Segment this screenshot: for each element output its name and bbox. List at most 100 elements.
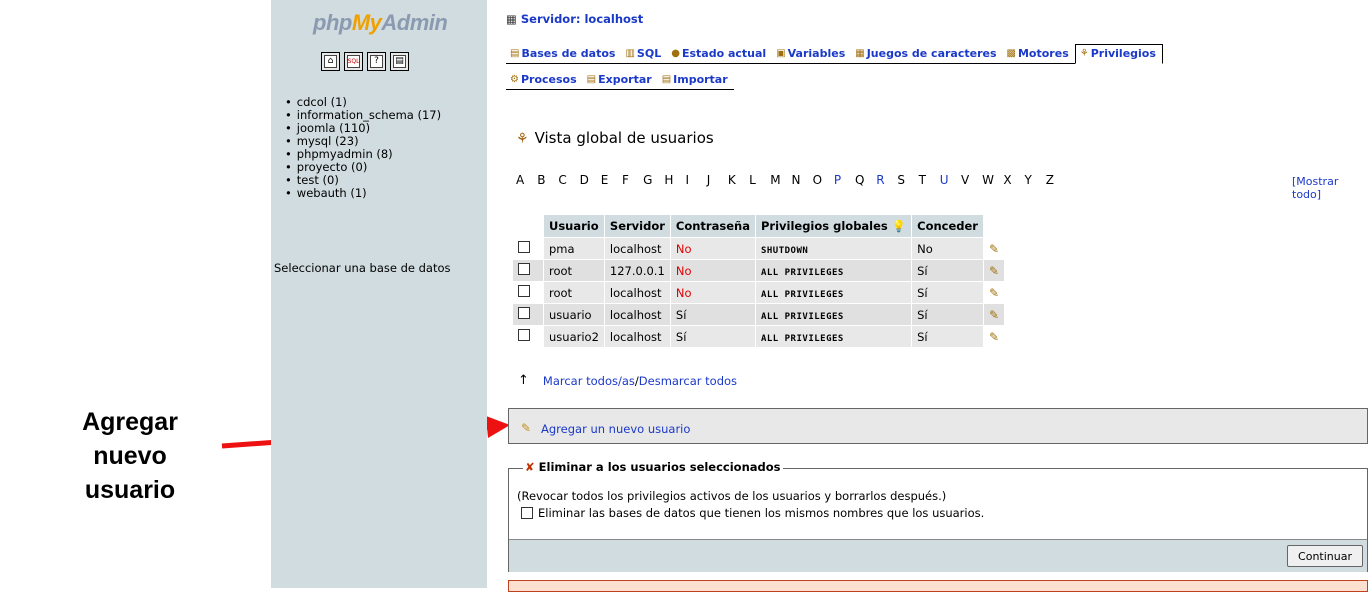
table-row: usuario2 localhost Sí ALL PRIVILEGES Sí ✎ xyxy=(513,326,1005,347)
letter-filter-u[interactable]: U xyxy=(940,173,961,187)
database-list: cdcol (1) information_schema (17) joomla… xyxy=(285,96,441,200)
password-value: Sí xyxy=(675,307,687,322)
grant-value: Sí xyxy=(917,307,928,322)
user-value: usuario xyxy=(549,307,592,322)
tab-processes[interactable]: ⚙ Procesos xyxy=(506,71,583,89)
letter-filter-l: L xyxy=(749,173,756,187)
unmark-all-link[interactable]: Desmarcar todos xyxy=(639,374,737,388)
password-value: No xyxy=(675,241,692,256)
password-value: No xyxy=(675,263,692,278)
tab-privileges[interactable]: ⚘ Privilegios xyxy=(1074,44,1163,64)
tab-export[interactable]: ▤ Exportar xyxy=(583,71,658,89)
left-navigation-frame: phpMyAdmin ⌂ SQL ? ▤ cdcol (1) informati… xyxy=(271,0,487,588)
tab-databases[interactable]: ▤ Bases de datos xyxy=(506,44,621,63)
tab-status[interactable]: ● Estado actual xyxy=(667,44,772,63)
row-checkbox[interactable] xyxy=(518,285,530,297)
letter-filter-f: F xyxy=(621,173,629,187)
tab-charsets[interactable]: ▦ Juegos de caracteres xyxy=(851,44,1002,63)
drop-db-label[interactable]: Eliminar las bases de datos que tienen l… xyxy=(538,506,984,520)
show-all-link[interactable]: [Mostrar todo] xyxy=(1292,175,1338,201)
host-value: localhost xyxy=(609,307,662,322)
letter-filter-c: C xyxy=(558,173,567,187)
add-user-icon: ✎ xyxy=(521,421,532,435)
phpmyadmin-logo[interactable]: phpMyAdmin xyxy=(313,10,448,36)
tab-bar-row-2: ⚙ Procesos ▤ Exportar ▤ Importar xyxy=(506,71,734,90)
host-cell: localhost xyxy=(604,304,670,325)
status-icon: ● xyxy=(671,47,680,59)
letter-filter-p[interactable]: P xyxy=(834,173,855,187)
user-value: root xyxy=(549,263,573,278)
row-checkbox[interactable] xyxy=(518,329,530,341)
host-cell: localhost xyxy=(604,282,670,303)
add-user-link[interactable]: Agregar un nuevo usuario xyxy=(541,422,690,436)
docs-icon[interactable]: ? xyxy=(367,52,386,71)
letter-filter-h: H xyxy=(664,173,674,187)
home-icon[interactable]: ⌂ xyxy=(321,52,340,71)
tab-bar-row-1: ▤ Bases de datos ▥ SQL ● Estado actual ▣ Var… xyxy=(506,44,1163,64)
letter-filter-m: M xyxy=(770,173,781,187)
host-value: 127.0.0.1 xyxy=(609,263,665,278)
column-header-password: Contraseña xyxy=(670,215,755,237)
host-value: localhost xyxy=(609,241,662,256)
continue-button[interactable]: Continuar xyxy=(1287,545,1363,567)
grant-value: Sí xyxy=(917,263,928,278)
sql-icon[interactable]: SQL xyxy=(344,52,363,71)
row-checkbox-cell xyxy=(513,238,543,259)
query-icon[interactable]: ▤ xyxy=(390,52,409,71)
alphabet-filter: ABCDEFGHI J KLMNOPQRSTUVWXYZ xyxy=(516,173,1067,187)
edit-privileges-icon[interactable]: ✎ xyxy=(989,308,999,322)
tab-sql[interactable]: ▥ SQL xyxy=(621,44,667,63)
letter-filter-t: T xyxy=(918,173,926,187)
tab-engines[interactable]: ▩ Motores xyxy=(1003,44,1075,63)
charsets-icon: ▦ xyxy=(855,47,865,59)
password-value: Sí xyxy=(675,329,687,344)
bottom-notice xyxy=(508,580,1368,592)
edit-privileges-icon[interactable]: ✎ xyxy=(989,242,999,256)
host-cell: localhost xyxy=(604,326,670,347)
grant-cell: Sí xyxy=(912,304,983,325)
row-checkbox[interactable] xyxy=(518,241,530,253)
users-table: Usuario Servidor Contraseña Privilegios … xyxy=(512,214,1005,348)
drop-db-option: Eliminar las bases de datos que tienen l… xyxy=(521,506,984,520)
grant-cell: No xyxy=(912,238,983,259)
delete-icon: ✘ xyxy=(525,460,535,474)
drop-db-checkbox[interactable] xyxy=(521,507,533,519)
server-breadcrumb[interactable]: ▦ Servidor: localhost xyxy=(506,12,643,26)
tab-variables[interactable]: ▣ Variables xyxy=(772,44,851,63)
engines-icon: ▩ xyxy=(1006,47,1016,59)
delete-users-fieldset: ✘ Eliminar a los usuarios seleccionados (… xyxy=(508,460,1368,572)
tab-import[interactable]: ▤ Importar xyxy=(658,71,734,89)
table-row: root 127.0.0.1 No ALL PRIVILEGES Sí ✎ xyxy=(513,260,1005,281)
user-cell: usuario2 xyxy=(544,326,604,347)
edit-privileges-icon[interactable]: ✎ xyxy=(989,330,999,344)
user-cell: root xyxy=(544,260,604,281)
databases-icon: ▤ xyxy=(510,47,520,59)
host-cell: 127.0.0.1 xyxy=(604,260,670,281)
edit-privileges-icon[interactable]: ✎ xyxy=(989,286,999,300)
user-cell: pma xyxy=(544,238,604,259)
edit-privileges-icon[interactable]: ✎ xyxy=(989,264,999,278)
delete-users-legend: ✘ Eliminar a los usuarios seleccionados xyxy=(523,460,783,474)
edit-cell: ✎ xyxy=(983,326,1005,347)
row-checkbox[interactable] xyxy=(518,263,530,275)
sql-tab-icon: ▥ xyxy=(625,47,635,59)
export-icon: ▤ xyxy=(586,74,597,85)
db-item[interactable]: webauth (1) xyxy=(285,187,441,200)
letter-filter-k: K xyxy=(727,173,736,187)
table-row: pma localhost No SHUTDOWN No ✎ xyxy=(513,238,1005,259)
grant-cell: Sí xyxy=(912,326,983,347)
table-header-row: Usuario Servidor Contraseña Privilegios … xyxy=(513,215,1005,237)
hint-icon[interactable]: 💡 xyxy=(892,219,906,233)
processes-icon: ⚙ xyxy=(510,74,519,85)
edit-cell: ✎ xyxy=(983,238,1005,259)
select-database-hint: Seleccionar una base de datos xyxy=(274,261,451,275)
privileges-value: ALL PRIVILEGES xyxy=(760,289,844,300)
letter-filter-r[interactable]: R xyxy=(876,173,897,187)
row-checkbox-cell xyxy=(513,260,543,281)
password-cell: Sí xyxy=(670,304,755,325)
action-column-header xyxy=(983,215,1005,237)
mark-all-link[interactable]: Marcar todos/as xyxy=(543,374,635,388)
column-header-host: Servidor xyxy=(604,215,670,237)
grant-value: No xyxy=(917,241,933,256)
row-checkbox[interactable] xyxy=(518,307,530,319)
